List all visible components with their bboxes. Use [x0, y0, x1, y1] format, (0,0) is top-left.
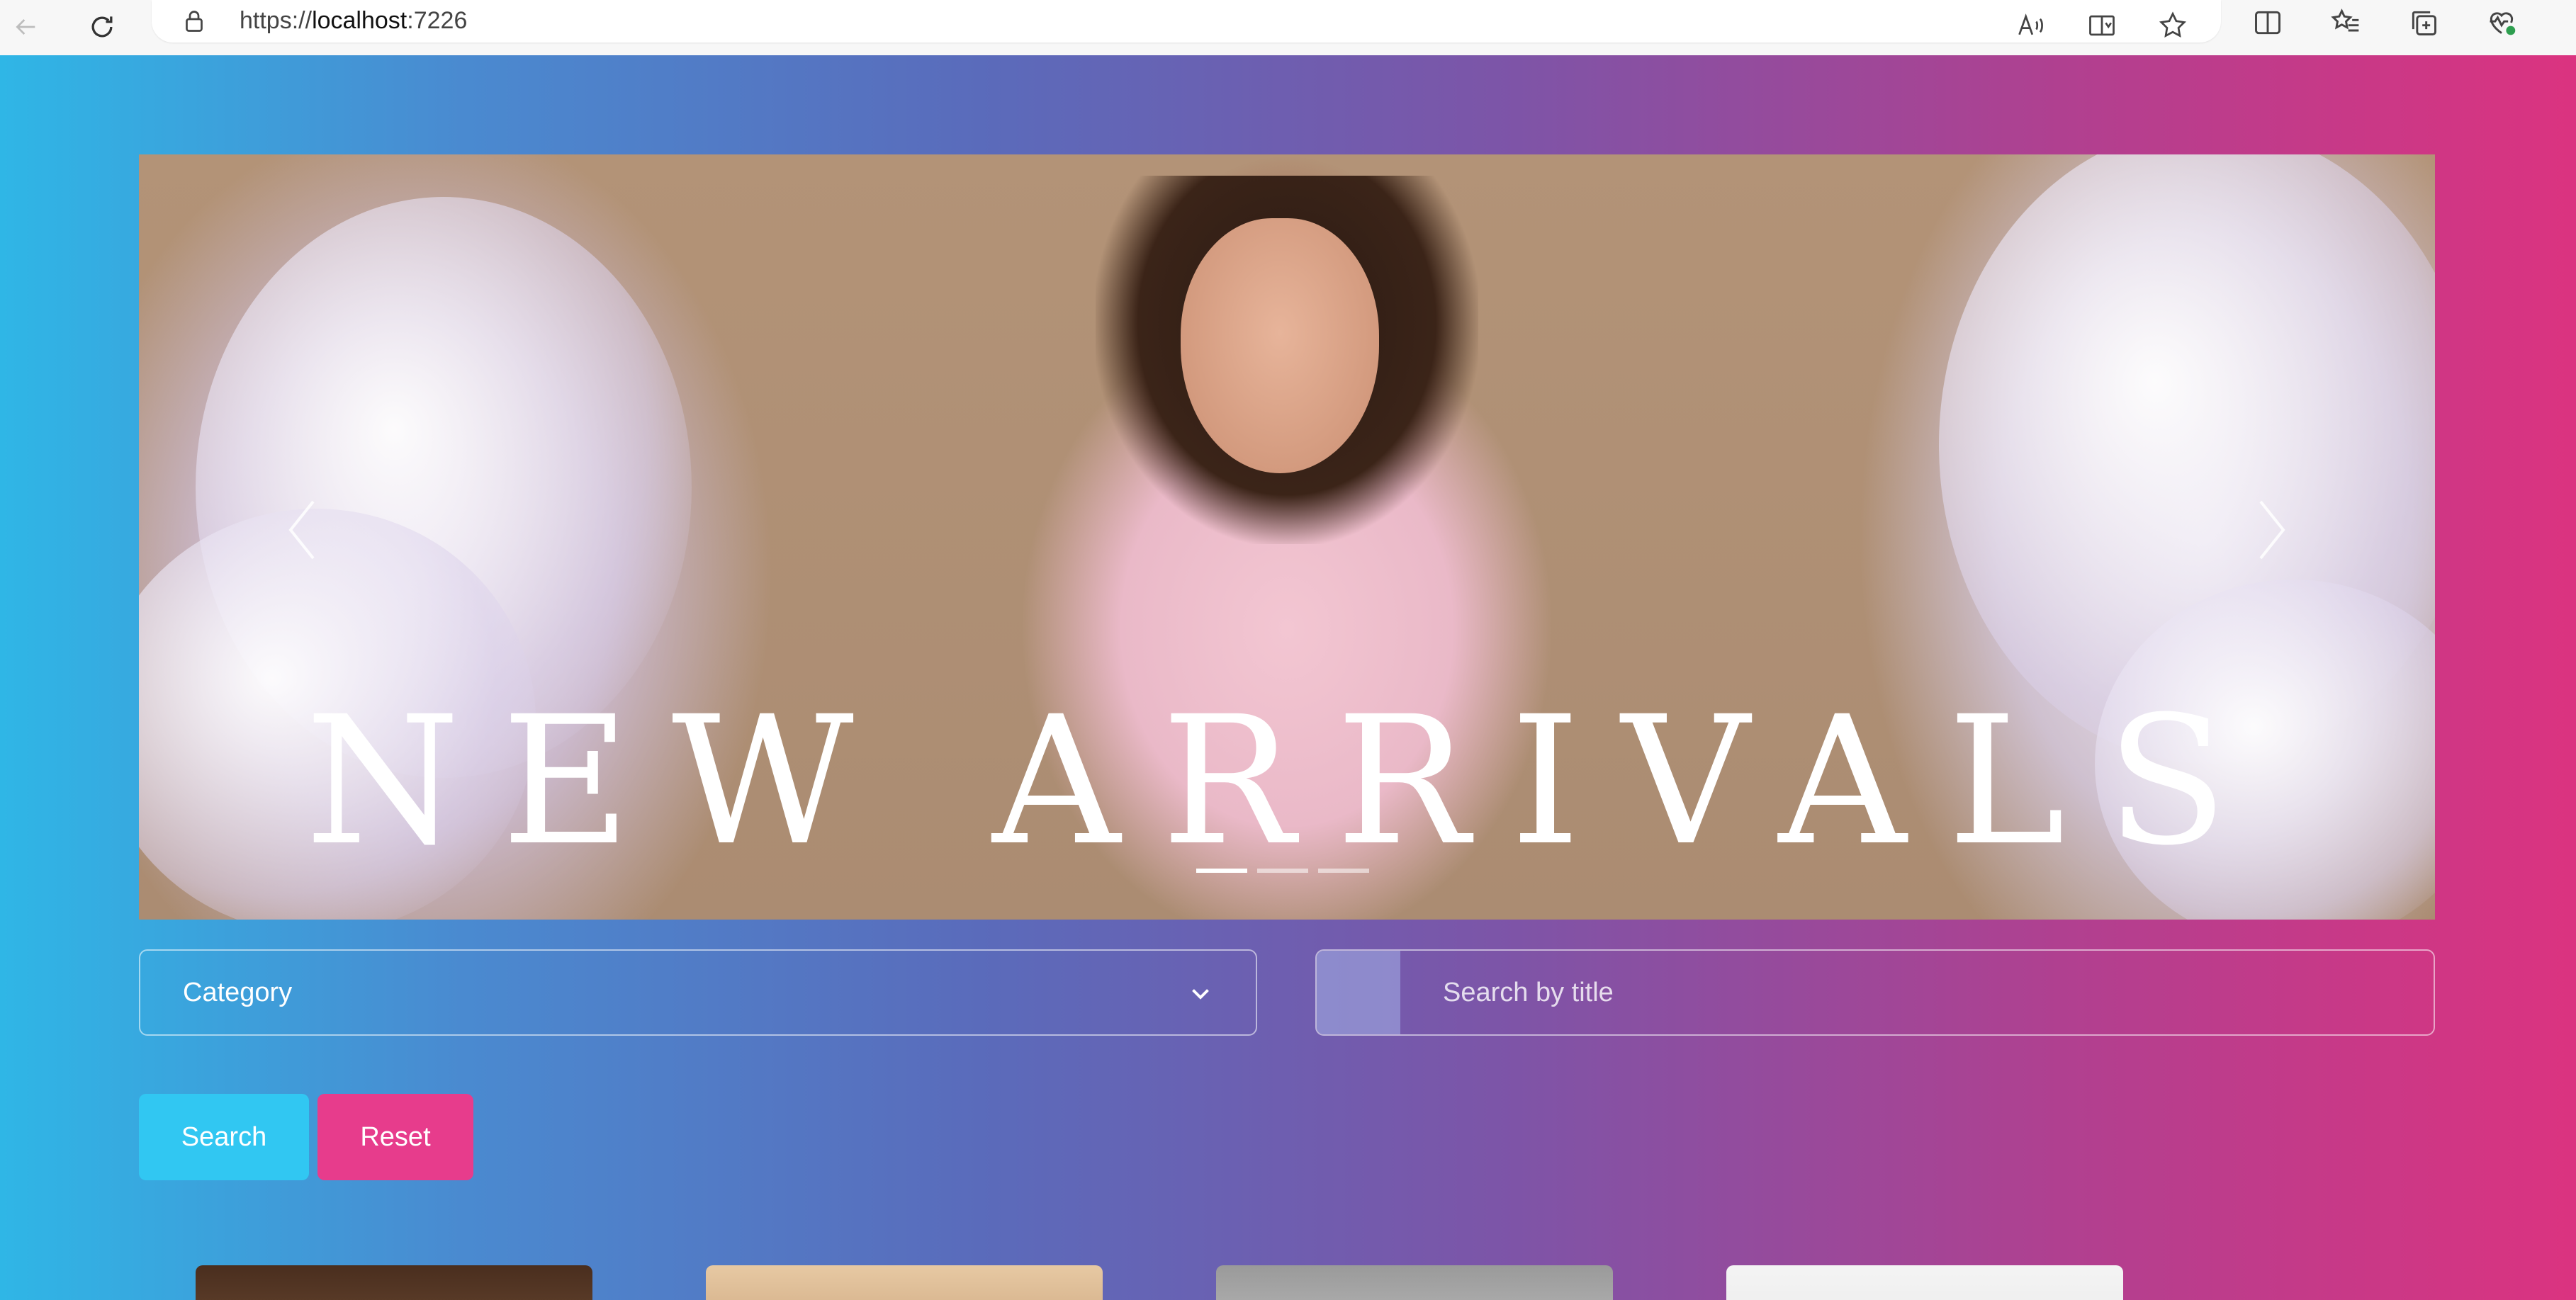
collections-icon	[2412, 11, 2436, 35]
product-card[interactable]	[1216, 1265, 1613, 1300]
title-search-input[interactable]	[1400, 951, 2434, 1034]
collections-button[interactable]	[2404, 3, 2443, 43]
model-face	[1181, 218, 1379, 473]
favorite-star-icon	[2159, 11, 2187, 38]
split-screen-icon	[2255, 11, 2280, 35]
reset-button[interactable]: Reset	[317, 1094, 473, 1180]
address-bar[interactable]: https://localhost:7226	[152, 0, 2221, 43]
back-icon	[16, 19, 35, 35]
search-input-addon	[1317, 951, 1400, 1034]
category-select-value: Category	[183, 977, 293, 1007]
browser-toolbar: https://localhost:7226	[0, 0, 2576, 56]
favorites-icon	[2331, 9, 2359, 32]
carousel-prev-button[interactable]	[274, 487, 330, 572]
refresh-button[interactable]	[81, 6, 123, 48]
product-card[interactable]	[1726, 1265, 2123, 1300]
url-scheme: https://	[240, 7, 313, 34]
page-background: NEW ARRIVALS Category Search Reset	[0, 55, 2576, 1300]
browser-essentials-button[interactable]	[2482, 3, 2521, 43]
refresh-icon	[91, 16, 113, 38]
carousel-next-button[interactable]	[2244, 487, 2300, 572]
immersive-reader-button[interactable]	[2082, 6, 2122, 45]
chevron-right-icon	[2259, 500, 2285, 560]
carousel-indicator[interactable]	[1318, 869, 1369, 873]
chevron-left-icon	[288, 500, 315, 560]
browser-essentials-icon	[2490, 12, 2516, 35]
favorite-button[interactable]	[2153, 6, 2193, 45]
read-aloud-button[interactable]	[2011, 6, 2051, 45]
favorites-button[interactable]	[2326, 3, 2366, 43]
url-host: localhost	[312, 7, 407, 34]
title-search-group	[1315, 949, 2435, 1036]
url-port: :7226	[407, 7, 468, 34]
back-button[interactable]	[4, 6, 47, 48]
address-bar-actions	[2011, 6, 2193, 45]
category-select[interactable]: Category	[139, 949, 1257, 1036]
carousel-indicator[interactable]	[1196, 869, 1247, 873]
product-card[interactable]	[706, 1265, 1103, 1300]
browser-tools	[2248, 3, 2521, 43]
search-button[interactable]: Search	[139, 1094, 309, 1180]
carousel-indicators	[1196, 869, 1369, 873]
carousel-indicator[interactable]	[1257, 869, 1308, 873]
hero-carousel: NEW ARRIVALS	[139, 154, 2435, 920]
url-text[interactable]: https://localhost:7226	[240, 7, 467, 35]
product-card[interactable]	[196, 1265, 592, 1300]
read-aloud-icon	[2018, 13, 2043, 35]
lock-icon	[186, 11, 203, 32]
chevron-down-icon	[1192, 989, 1209, 1000]
immersive-reader-icon	[2089, 15, 2115, 36]
split-screen-button[interactable]	[2248, 3, 2288, 43]
hero-headline: NEW ARRIVALS	[305, 678, 2269, 884]
